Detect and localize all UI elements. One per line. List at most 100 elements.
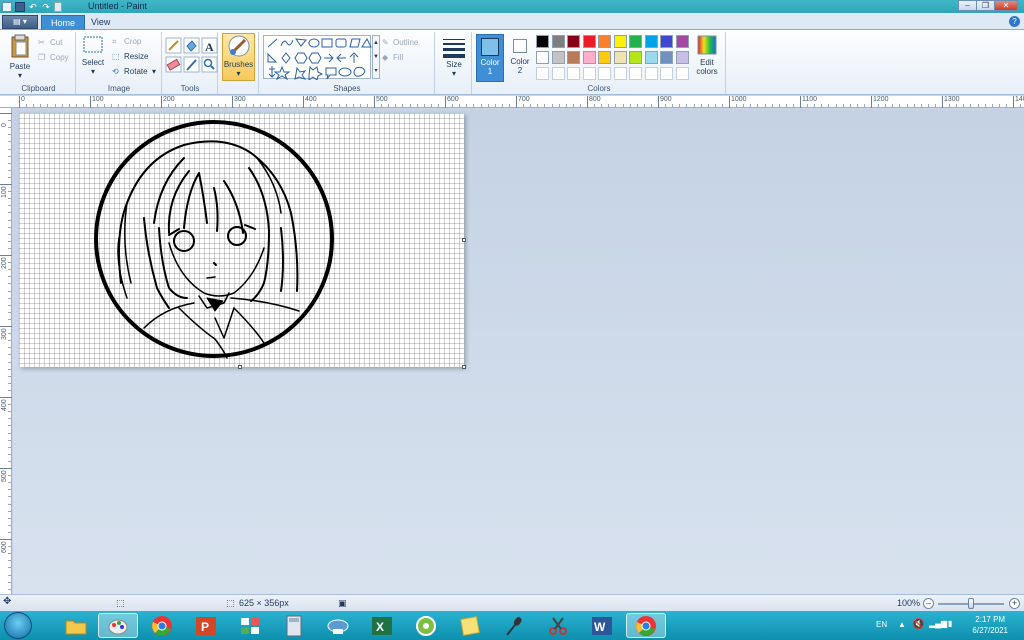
taskbar-excel[interactable]: X [362, 613, 402, 638]
color2-button[interactable]: Color 2 [507, 34, 533, 82]
palette-swatch[interactable] [598, 35, 611, 48]
taskbar-snipping[interactable] [538, 613, 578, 638]
zoom-in-button[interactable]: + [1009, 598, 1020, 609]
rotate-dropdown-icon[interactable]: ▾ [152, 67, 156, 76]
save-icon[interactable] [15, 1, 25, 12]
paint-icon [108, 619, 128, 634]
palette-swatch[interactable] [598, 51, 611, 64]
start-button[interactable] [4, 612, 32, 639]
custom-color-slot[interactable] [582, 67, 596, 80]
custom-color-slot[interactable] [629, 67, 642, 80]
paint-menu-button[interactable]: ▤ ▾ [2, 15, 38, 29]
taskbar-word[interactable]: W [582, 613, 622, 638]
palette-swatch[interactable] [536, 35, 549, 48]
resize-handle-right[interactable] [462, 238, 466, 242]
customize-toolbar-icon[interactable] [54, 1, 62, 12]
ruler-label: 300 [234, 96, 246, 103]
custom-color-slot[interactable] [644, 67, 658, 80]
magnifier-icon[interactable] [201, 56, 218, 73]
undo-icon[interactable]: ↶ [28, 2, 38, 12]
text-icon[interactable]: A [201, 37, 218, 54]
close-button[interactable]: ✕ [994, 0, 1018, 11]
network-icon[interactable]: ▂▄▆ [929, 619, 947, 628]
taskbar-notes[interactable] [450, 613, 490, 638]
tab-view[interactable]: View [82, 15, 119, 30]
shapes-gallery[interactable] [263, 35, 372, 81]
palette-swatch[interactable] [644, 51, 658, 64]
fill-icon[interactable] [183, 37, 200, 54]
custom-color-slot[interactable] [675, 67, 689, 80]
palette-swatch[interactable] [582, 51, 596, 64]
maximize-button[interactable]: ❐ [976, 0, 995, 11]
volume-icon[interactable]: 🔇 [912, 619, 924, 630]
show-hidden-icons[interactable]: ▲ [898, 620, 906, 629]
redo-icon[interactable]: ↷ [41, 2, 51, 12]
select-button[interactable]: Select ▾ [79, 34, 107, 76]
paint-app-icon[interactable] [2, 1, 12, 12]
palette-swatch[interactable] [644, 35, 658, 48]
resize-handle-bottom[interactable] [238, 365, 242, 369]
ruler-minor-tick [963, 104, 965, 107]
ruler-minor-tick [764, 104, 766, 107]
palette-swatch[interactable] [567, 35, 580, 48]
minimize-button[interactable]: – [958, 0, 977, 11]
taskbar-explorer[interactable] [56, 613, 96, 638]
size-button[interactable]: Size ▾ [439, 36, 469, 78]
palette-swatch[interactable] [675, 51, 689, 64]
paste-button[interactable]: Paste ▾ [6, 34, 34, 80]
palette-swatch[interactable] [613, 51, 627, 64]
taskbar-chrome-2[interactable] [626, 613, 666, 638]
custom-color-slot[interactable] [598, 67, 611, 80]
status-bar: ✥ ⬚ ⬚ 625 × 356px ▣ 100% – + [0, 594, 1024, 611]
copy-button[interactable]: Copy [50, 53, 69, 62]
custom-color-slot[interactable] [536, 67, 549, 80]
rotate-button[interactable]: Rotate [124, 67, 148, 76]
palette-swatch[interactable] [536, 51, 549, 64]
palette-swatch[interactable] [660, 51, 673, 64]
custom-color-slot[interactable] [567, 67, 580, 80]
drawing-canvas[interactable] [19, 113, 466, 369]
palette-swatch[interactable] [567, 51, 580, 64]
palette-swatch[interactable] [613, 35, 627, 48]
palette-swatch[interactable] [551, 51, 565, 64]
fill-button[interactable]: Fill [393, 53, 403, 62]
help-icon[interactable]: ? [1009, 16, 1020, 27]
pencil-icon[interactable] [165, 37, 182, 54]
palette-swatch[interactable] [629, 35, 642, 48]
taskbar-network-app[interactable] [318, 613, 358, 638]
cut-button[interactable]: Cut [50, 38, 62, 47]
color1-button[interactable]: Color 1 [476, 34, 504, 82]
brushes-button[interactable]: Brushes ▾ [222, 33, 255, 81]
clock[interactable]: 2:17 PM 6/27/2021 [972, 614, 1008, 636]
taskbar-powerpoint[interactable]: P [186, 613, 226, 638]
eraser-icon[interactable] [165, 56, 182, 73]
battery-icon[interactable]: ▮ [948, 619, 952, 628]
zoom-out-button[interactable]: – [923, 598, 934, 609]
palette-swatch[interactable] [551, 35, 565, 48]
custom-color-slot[interactable] [613, 67, 627, 80]
shapes-scroll[interactable]: ▲ ▼ ▾ [372, 35, 380, 79]
palette-swatch[interactable] [629, 51, 642, 64]
edit-colors-button[interactable]: Edit colors [692, 34, 722, 76]
zoom-slider-thumb[interactable] [968, 598, 974, 609]
outline-button[interactable]: Outline [393, 38, 418, 47]
custom-color-slot[interactable] [551, 67, 565, 80]
palette-swatch[interactable] [675, 35, 689, 48]
taskbar-calculator[interactable] [274, 613, 314, 638]
resize-handle-corner[interactable] [462, 365, 466, 369]
tab-home[interactable]: Home [41, 15, 86, 30]
language-indicator[interactable]: EN [876, 620, 887, 629]
taskbar-microphone[interactable] [494, 613, 534, 638]
palette-swatch[interactable] [660, 35, 673, 48]
taskbar-green-app[interactable] [406, 613, 446, 638]
ruler-minor-tick [807, 104, 809, 107]
palette-swatch[interactable] [582, 35, 596, 48]
taskbar-app-grid[interactable] [230, 613, 270, 638]
crop-button[interactable]: Crop [124, 37, 141, 46]
custom-color-slot[interactable] [660, 67, 673, 80]
brushes-group: Brushes ▾ [219, 32, 259, 94]
color-picker-icon[interactable] [183, 56, 200, 73]
resize-button[interactable]: Resize [124, 52, 148, 61]
taskbar-chrome[interactable] [142, 613, 182, 638]
taskbar-paint[interactable] [98, 613, 138, 638]
